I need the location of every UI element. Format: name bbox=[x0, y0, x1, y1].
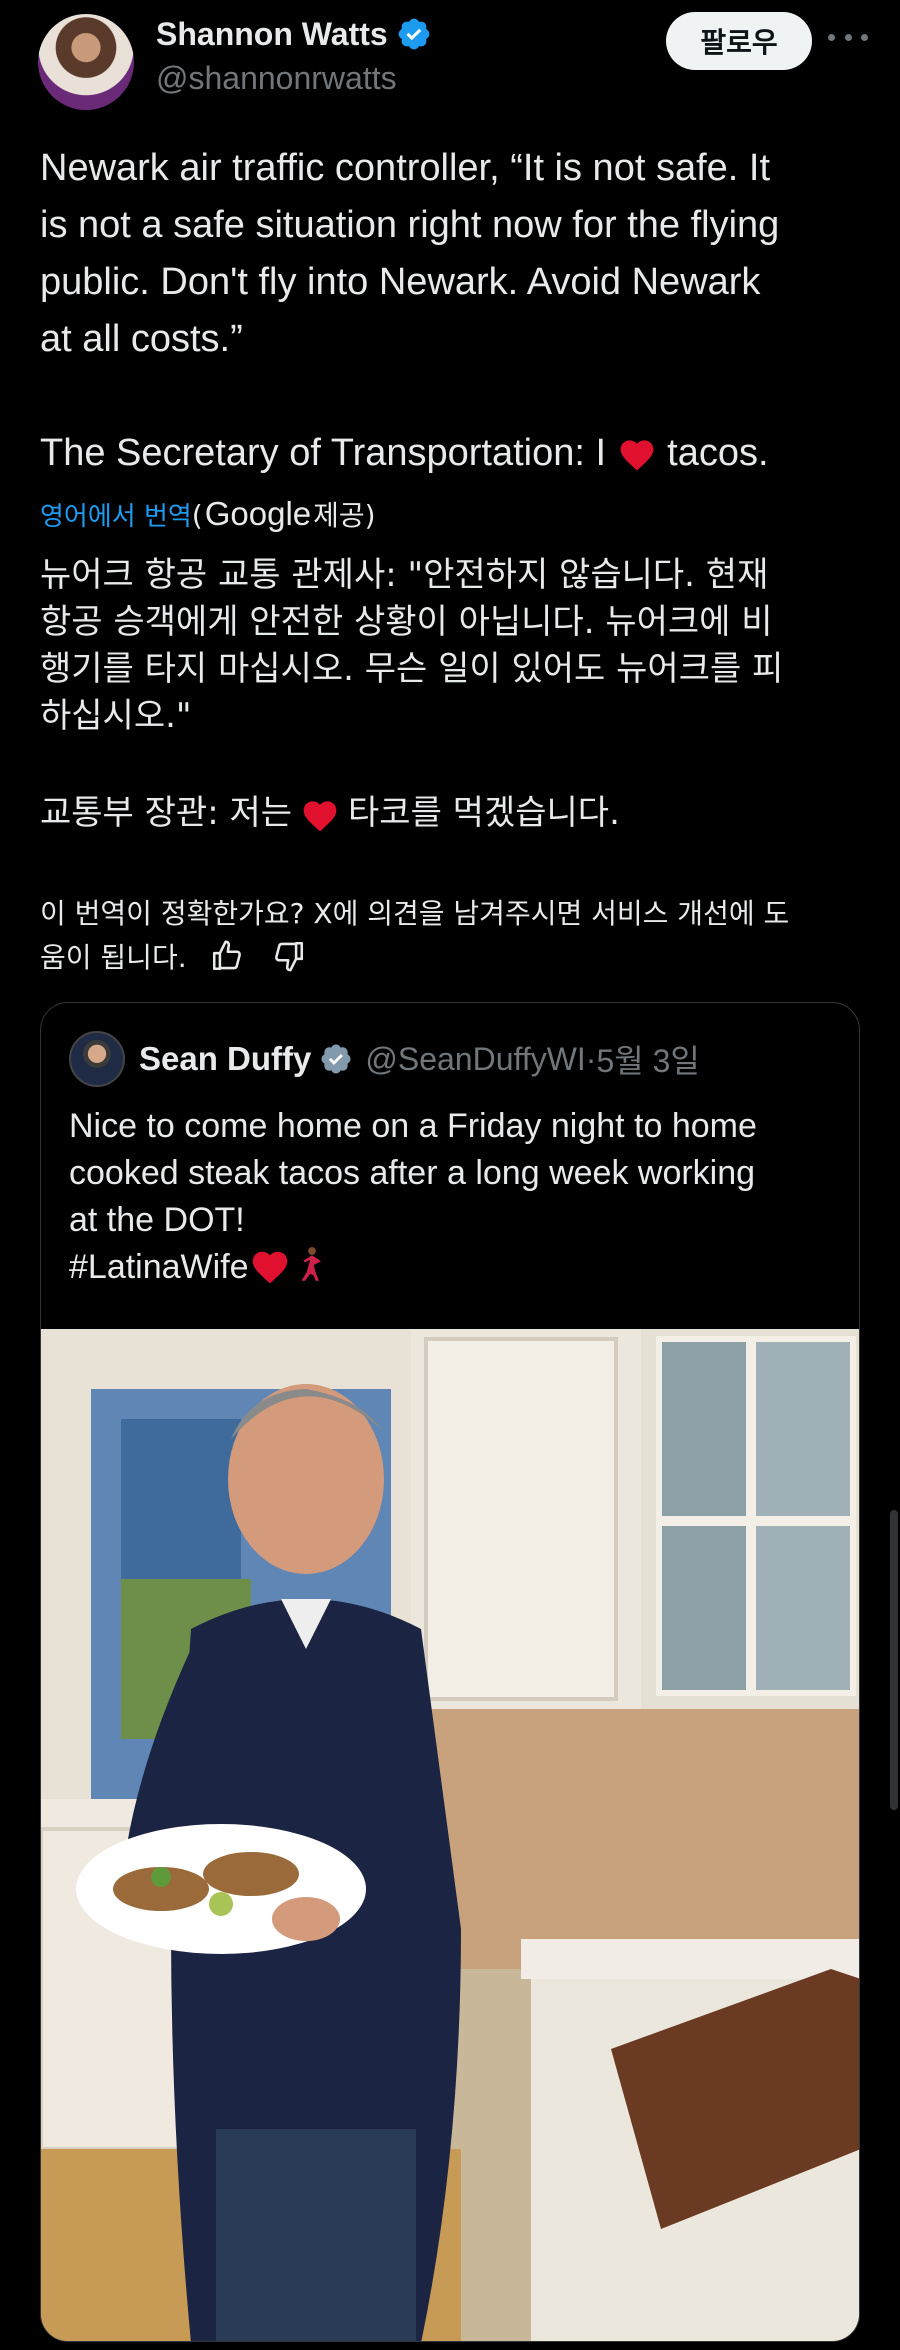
display-name-row: Shannon Watts bbox=[156, 12, 432, 56]
tweet-header: Shannon Watts @shannonrwatts 팔로우 bbox=[38, 12, 868, 112]
translated-line: 행기를 타지 마십시오. 무슨 일이 있어도 뉴어크를 피 bbox=[40, 649, 784, 689]
heart-emoji-icon bbox=[303, 800, 337, 831]
feedback-line-2: 움이 됩니다. bbox=[40, 936, 870, 980]
quoted-author-avatar[interactable] bbox=[69, 1031, 125, 1087]
verified-badge-icon bbox=[398, 18, 430, 50]
tweet-line: is not a safe situation right now for th… bbox=[40, 204, 780, 246]
translated-line: 뉴어크 항공 교통 관제사: "안전하지 않습니다. 현재 bbox=[40, 555, 769, 595]
translated-line: 하십시오." bbox=[40, 696, 192, 736]
dancer-emoji-icon bbox=[301, 1247, 321, 1281]
tweet-line: Newark air traffic controller, “It is no… bbox=[40, 147, 770, 189]
translated-from-link[interactable]: 영어에서 번역 bbox=[40, 496, 192, 533]
quoted-line: Nice to come home on a Friday night to h… bbox=[69, 1107, 757, 1145]
tweet-text-after-heart: tacos. bbox=[656, 432, 769, 474]
quoted-line: cooked steak tacos after a long week wor… bbox=[69, 1154, 756, 1192]
tweet-text: Newark air traffic controller, “It is no… bbox=[40, 140, 870, 482]
quoted-tweet[interactable]: Sean Duffy @SeanDuffyWI · 5월 3일 Nice to … bbox=[40, 1002, 860, 2342]
translation-attribution: 영어에서 번역 ( Google 제공) bbox=[40, 494, 376, 534]
provider-open: ( bbox=[191, 499, 203, 532]
quoted-photo[interactable] bbox=[41, 1329, 860, 2342]
translated-before-heart: 교통부 장관: 저는 bbox=[40, 793, 293, 833]
feedback-line: 움이 됩니다. bbox=[40, 941, 187, 974]
quoted-date[interactable]: 5월 3일 bbox=[596, 1036, 699, 1082]
quoted-hashtag-line: #LatinaWife bbox=[69, 1244, 839, 1291]
translation-feedback: 이 번역이 정확한가요? X에 의견을 남겨주시면 서비스 개선에 도 움이 됩… bbox=[40, 892, 870, 980]
translated-text: 뉴어크 항공 교통 관제사: "안전하지 않습니다. 현재 항공 승객에게 안전… bbox=[40, 552, 870, 740]
separator-dot: · bbox=[585, 1040, 597, 1077]
quoted-tweet-text: Nice to come home on a Friday night to h… bbox=[69, 1103, 839, 1291]
quoted-line: at the DOT! bbox=[69, 1201, 245, 1239]
quoted-author-handle[interactable]: @SeanDuffyWI bbox=[365, 1041, 585, 1078]
verified-badge-icon bbox=[321, 1044, 351, 1074]
author-names: Shannon Watts @shannonrwatts bbox=[156, 12, 432, 97]
tweet-line-secretary: The Secretary of Transportation: I tacos… bbox=[40, 425, 870, 482]
heart-emoji-icon bbox=[620, 440, 653, 471]
heart-emoji-icon bbox=[252, 1251, 287, 1284]
translated-after-heart: 타코를 먹겠습니다. bbox=[348, 793, 620, 833]
more-icon[interactable] bbox=[828, 22, 868, 52]
translated-line: 항공 승객에게 안전한 상황이 아닙니다. 뉴어크에 비 bbox=[40, 602, 773, 642]
tweet-line: public. Don't fly into Newark. Avoid New… bbox=[40, 261, 761, 303]
author-avatar[interactable] bbox=[38, 14, 134, 110]
quoted-author-display-name[interactable]: Sean Duffy bbox=[139, 1040, 311, 1078]
tweet-text-before-heart: The Secretary of Transportation: I bbox=[40, 432, 617, 474]
thumbs-up-icon[interactable] bbox=[210, 939, 244, 973]
author-display-name[interactable]: Shannon Watts bbox=[156, 16, 388, 53]
tweet-line: at all costs.” bbox=[40, 318, 243, 360]
author-handle[interactable]: @shannonrwatts bbox=[156, 60, 432, 97]
hashtag[interactable]: #LatinaWife bbox=[69, 1248, 249, 1286]
feedback-line: 이 번역이 정확한가요? X에 의견을 남겨주시면 서비스 개선에 도 bbox=[40, 897, 790, 930]
provider-close: 제공) bbox=[313, 499, 376, 532]
google-logo-text: Google bbox=[204, 495, 312, 532]
scrollbar[interactable] bbox=[890, 1510, 898, 1810]
follow-button[interactable]: 팔로우 bbox=[666, 12, 812, 70]
thumbs-down-icon[interactable] bbox=[272, 939, 306, 973]
quoted-tweet-header: Sean Duffy @SeanDuffyWI · 5월 3일 bbox=[69, 1031, 700, 1087]
translated-line-secretary: 교통부 장관: 저는 타코를 먹겠습니다. bbox=[40, 790, 620, 837]
